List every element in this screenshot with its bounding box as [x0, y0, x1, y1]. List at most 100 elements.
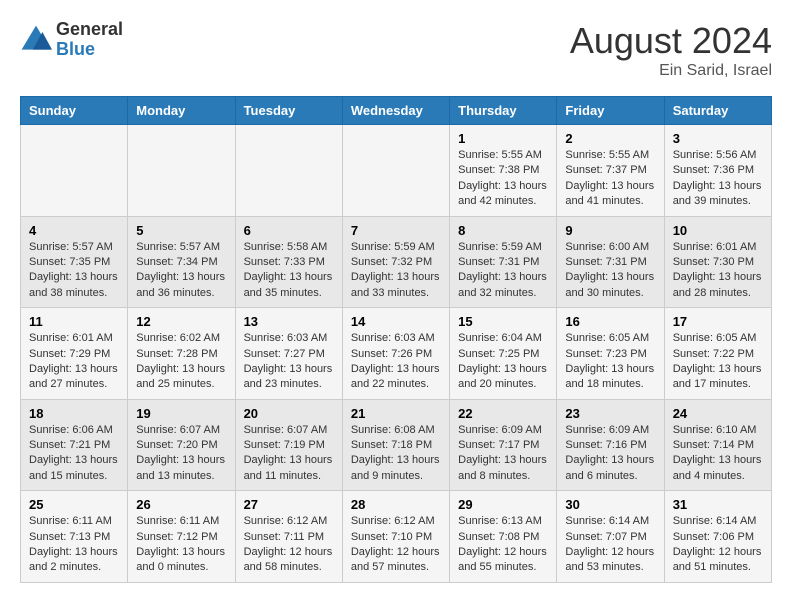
main-title: August 2024 [570, 20, 772, 62]
calendar-table: Sunday Monday Tuesday Wednesday Thursday… [20, 96, 772, 583]
day-number: 1 [458, 131, 548, 146]
calendar-header: Sunday Monday Tuesday Wednesday Thursday… [21, 97, 772, 125]
day-info: Sunrise: 6:01 AMSunset: 7:30 PMDaylight:… [673, 240, 763, 302]
calendar-cell-w3-d3: 14 Sunrise: 6:03 AMSunset: 7:26 PMDayligh… [342, 308, 449, 400]
day-info: Sunrise: 5:56 AMSunset: 7:36 PMDaylight:… [673, 148, 763, 210]
logo: General Blue [20, 20, 123, 60]
day-number: 13 [244, 314, 334, 329]
calendar-cell-w2-d2: 6 Sunrise: 5:58 AMSunset: 7:33 PMDaylight… [235, 216, 342, 308]
calendar-cell-w5-d5: 30 Sunrise: 6:14 AMSunset: 7:07 PMDayligh… [557, 491, 664, 583]
day-number: 5 [136, 223, 226, 238]
calendar-cell-w3-d4: 15 Sunrise: 6:04 AMSunset: 7:25 PMDayligh… [450, 308, 557, 400]
logo-blue-text: Blue [56, 40, 123, 60]
day-info: Sunrise: 6:14 AMSunset: 7:07 PMDaylight:… [565, 514, 655, 576]
calendar-cell-w2-d0: 4 Sunrise: 5:57 AMSunset: 7:35 PMDaylight… [21, 216, 128, 308]
day-info: Sunrise: 6:05 AMSunset: 7:22 PMDaylight:… [673, 331, 763, 393]
week-row-1: 1 Sunrise: 5:55 AMSunset: 7:38 PMDaylight… [21, 125, 772, 217]
page-header: General Blue August 2024 Ein Sarid, Isra… [20, 20, 772, 80]
calendar-cell-w5-d2: 27Sunrise: 6:12 AMSunset: 7:11 PMDayligh… [235, 491, 342, 583]
day-number: 20 [244, 406, 334, 421]
calendar-cell-w4-d6: 24 Sunrise: 6:10 AMSunset: 7:14 PMDayligh… [664, 399, 771, 491]
day-number: 4 [29, 223, 119, 238]
calendar-cell-w4-d5: 23 Sunrise: 6:09 AMSunset: 7:16 PMDayligh… [557, 399, 664, 491]
day-info: Sunrise: 6:09 AMSunset: 7:17 PMDaylight:… [458, 423, 548, 485]
day-number: 2 [565, 131, 655, 146]
week-row-5: 25 Sunrise: 6:11 AMSunset: 7:13 PMDayligh… [21, 491, 772, 583]
day-number: 3 [673, 131, 763, 146]
day-info: Sunrise: 6:01 AMSunset: 7:29 PMDaylight:… [29, 331, 119, 393]
header-tuesday: Tuesday [235, 97, 342, 125]
header-monday: Monday [128, 97, 235, 125]
week-row-3: 11Sunrise: 6:01 AMSunset: 7:29 PMDayligh… [21, 308, 772, 400]
calendar-cell-w1-d4: 1 Sunrise: 5:55 AMSunset: 7:38 PMDaylight… [450, 125, 557, 217]
day-info: Sunrise: 6:03 AMSunset: 7:26 PMDaylight:… [351, 331, 441, 393]
day-number: 17 [673, 314, 763, 329]
day-number: 15 [458, 314, 548, 329]
day-info: Sunrise: 5:57 AMSunset: 7:34 PMDaylight:… [136, 240, 226, 302]
calendar-cell-w1-d1 [128, 125, 235, 217]
calendar-cell-w1-d2 [235, 125, 342, 217]
day-info: Sunrise: 6:13 AMSunset: 7:08 PMDaylight:… [458, 514, 548, 576]
calendar-cell-w2-d3: 7Sunrise: 5:59 AMSunset: 7:32 PMDaylight… [342, 216, 449, 308]
day-number: 6 [244, 223, 334, 238]
day-number: 12 [136, 314, 226, 329]
calendar-cell-w5-d3: 28 Sunrise: 6:12 AMSunset: 7:10 PMDayligh… [342, 491, 449, 583]
day-number: 19 [136, 406, 226, 421]
calendar-cell-w2-d4: 8 Sunrise: 5:59 AMSunset: 7:31 PMDaylight… [450, 216, 557, 308]
header-thursday: Thursday [450, 97, 557, 125]
day-info: Sunrise: 6:02 AMSunset: 7:28 PMDaylight:… [136, 331, 226, 393]
day-number: 28 [351, 497, 441, 512]
day-info: Sunrise: 6:11 AMSunset: 7:13 PMDaylight:… [29, 514, 119, 576]
calendar-cell-w4-d1: 19 Sunrise: 6:07 AMSunset: 7:20 PMDayligh… [128, 399, 235, 491]
day-info: Sunrise: 6:05 AMSunset: 7:23 PMDaylight:… [565, 331, 655, 393]
day-number: 14 [351, 314, 441, 329]
day-info: Sunrise: 6:12 AMSunset: 7:10 PMDaylight:… [351, 514, 441, 576]
calendar-cell-w5-d4: 29 Sunrise: 6:13 AMSunset: 7:08 PMDayligh… [450, 491, 557, 583]
logo-icon [20, 24, 52, 56]
day-number: 21 [351, 406, 441, 421]
calendar-cell-w2-d5: 9 Sunrise: 6:00 AMSunset: 7:31 PMDaylight… [557, 216, 664, 308]
day-info: Sunrise: 6:10 AMSunset: 7:14 PMDaylight:… [673, 423, 763, 485]
day-info: Sunrise: 6:00 AMSunset: 7:31 PMDaylight:… [565, 240, 655, 302]
calendar-cell-w5-d1: 26Sunrise: 6:11 AMSunset: 7:12 PMDayligh… [128, 491, 235, 583]
day-info: Sunrise: 6:09 AMSunset: 7:16 PMDaylight:… [565, 423, 655, 485]
day-number: 10 [673, 223, 763, 238]
calendar-cell-w1-d0 [21, 125, 128, 217]
day-info: Sunrise: 6:14 AMSunset: 7:06 PMDaylight:… [673, 514, 763, 576]
header-wednesday: Wednesday [342, 97, 449, 125]
day-number: 29 [458, 497, 548, 512]
calendar-cell-w3-d1: 12 Sunrise: 6:02 AMSunset: 7:28 PMDayligh… [128, 308, 235, 400]
day-info: Sunrise: 5:59 AMSunset: 7:31 PMDaylight:… [458, 240, 548, 302]
calendar-cell-w1-d3 [342, 125, 449, 217]
calendar-cell-w4-d4: 22Sunrise: 6:09 AMSunset: 7:17 PMDayligh… [450, 399, 557, 491]
day-number: 26 [136, 497, 226, 512]
calendar-cell-w5-d6: 31Sunrise: 6:14 AMSunset: 7:06 PMDayligh… [664, 491, 771, 583]
day-info: Sunrise: 6:07 AMSunset: 7:20 PMDaylight:… [136, 423, 226, 485]
calendar-cell-w4-d0: 18Sunrise: 6:06 AMSunset: 7:21 PMDayligh… [21, 399, 128, 491]
day-number: 9 [565, 223, 655, 238]
week-row-2: 4 Sunrise: 5:57 AMSunset: 7:35 PMDaylight… [21, 216, 772, 308]
calendar-cell-w1-d6: 3 Sunrise: 5:56 AMSunset: 7:36 PMDaylight… [664, 125, 771, 217]
day-info: Sunrise: 5:55 AMSunset: 7:37 PMDaylight:… [565, 148, 655, 210]
day-number: 30 [565, 497, 655, 512]
day-info: Sunrise: 6:04 AMSunset: 7:25 PMDaylight:… [458, 331, 548, 393]
calendar-cell-w4-d3: 21 Sunrise: 6:08 AMSunset: 7:18 PMDayligh… [342, 399, 449, 491]
day-number: 8 [458, 223, 548, 238]
day-number: 16 [565, 314, 655, 329]
day-info: Sunrise: 6:08 AMSunset: 7:18 PMDaylight:… [351, 423, 441, 485]
day-info: Sunrise: 5:58 AMSunset: 7:33 PMDaylight:… [244, 240, 334, 302]
day-number: 25 [29, 497, 119, 512]
day-info: Sunrise: 5:55 AMSunset: 7:38 PMDaylight:… [458, 148, 548, 210]
header-sunday: Sunday [21, 97, 128, 125]
calendar-body: 1 Sunrise: 5:55 AMSunset: 7:38 PMDaylight… [21, 125, 772, 583]
calendar-cell-w4-d2: 20Sunrise: 6:07 AMSunset: 7:19 PMDayligh… [235, 399, 342, 491]
day-info: Sunrise: 5:57 AMSunset: 7:35 PMDaylight:… [29, 240, 119, 302]
day-info: Sunrise: 5:59 AMSunset: 7:32 PMDaylight:… [351, 240, 441, 302]
calendar-cell-w1-d5: 2 Sunrise: 5:55 AMSunset: 7:37 PMDaylight… [557, 125, 664, 217]
header-row: Sunday Monday Tuesday Wednesday Thursday… [21, 97, 772, 125]
calendar-cell-w5-d0: 25 Sunrise: 6:11 AMSunset: 7:13 PMDayligh… [21, 491, 128, 583]
subtitle: Ein Sarid, Israel [570, 62, 772, 80]
day-number: 23 [565, 406, 655, 421]
calendar-cell-w3-d2: 13Sunrise: 6:03 AMSunset: 7:27 PMDayligh… [235, 308, 342, 400]
day-number: 24 [673, 406, 763, 421]
